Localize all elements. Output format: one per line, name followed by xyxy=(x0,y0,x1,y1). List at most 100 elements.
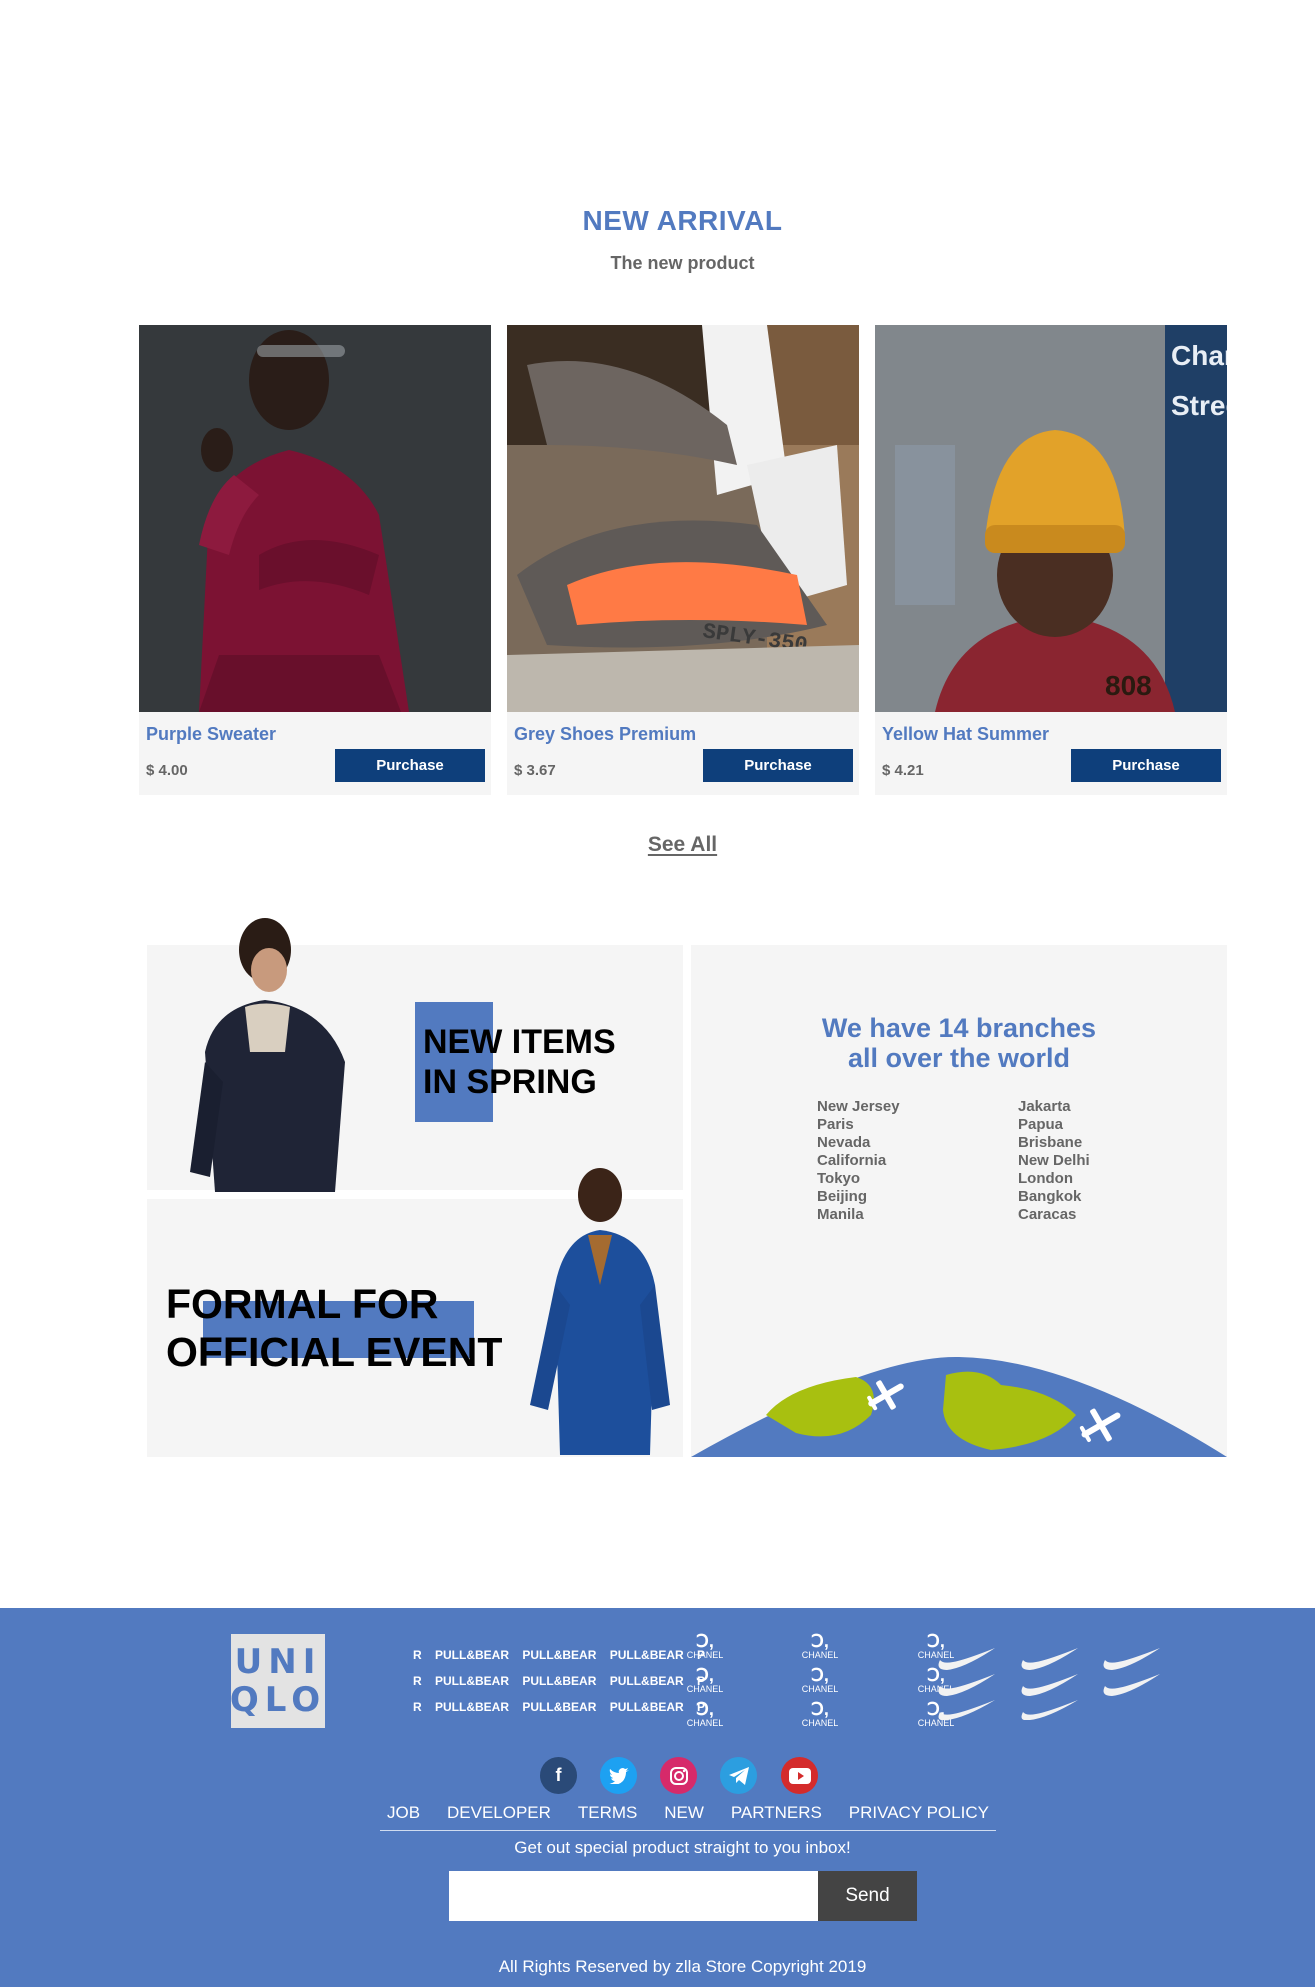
branch-item: Nevada xyxy=(817,1134,871,1151)
spring-headline-line1: NEW ITEMS xyxy=(423,1023,616,1061)
denim-jacket-model-image xyxy=(190,918,345,1192)
chanel-logo-text: CHANEL xyxy=(801,1650,839,1660)
branches-title-line2: all over the world xyxy=(847,1043,1071,1073)
new-arrival-subtitle: The new product xyxy=(610,253,755,273)
svg-text:Cham: Cham xyxy=(1171,340,1227,371)
pullbear-logo-cut: R xyxy=(413,1648,422,1662)
branch-item: Bangkok xyxy=(1018,1188,1082,1205)
nike-swoosh-icon xyxy=(1021,1674,1078,1696)
new-arrival-title: NEW ARRIVAL xyxy=(582,205,783,236)
nike-swoosh-icon xyxy=(1103,1674,1160,1696)
chanel-logo-icon[interactable]: Ↄ, CHANEL xyxy=(800,1666,840,1694)
see-all-link[interactable]: See All xyxy=(0,833,1315,857)
telegram-icon[interactable] xyxy=(720,1757,757,1794)
formal-headline-line2: OFFICIAL EVENT xyxy=(166,1329,503,1375)
footer-link-new[interactable]: NEW xyxy=(664,1801,704,1830)
footer-link-privacy-policy[interactable]: PRIVACY POLICY xyxy=(849,1801,989,1830)
nike-swoosh-icon xyxy=(1103,1648,1160,1670)
product-image-grey-shoes[interactable]: SPLY-350 xyxy=(507,325,859,712)
footer-link-terms[interactable]: TERMS xyxy=(578,1801,638,1830)
pullbear-logo: PULL&BEAR xyxy=(609,1674,684,1688)
chanel-logo-icon[interactable]: Ↄ, CHANEL xyxy=(800,1700,840,1728)
copyright-text: All Rights Reserved by zlla Store Copyri… xyxy=(498,1957,867,1976)
branch-item: Jakarta xyxy=(1018,1098,1071,1115)
branch-item: Caracas xyxy=(1018,1206,1077,1223)
chanel-logo-text: CHANEL xyxy=(801,1684,839,1694)
branch-item: Paris xyxy=(817,1116,854,1133)
chanel-logo-icon[interactable]: Ↄ, CHANEL xyxy=(685,1666,725,1694)
chanel-logo-text: CHANEL xyxy=(686,1718,724,1728)
formal-headline: FORMAL FOR OFFICIAL EVENT xyxy=(166,1280,502,1376)
product-name[interactable]: Grey Shoes Premium xyxy=(514,724,696,745)
svg-text:Street: Street xyxy=(1171,390,1227,421)
chanel-logo-icon[interactable]: Ↄ, CHANEL xyxy=(800,1632,840,1660)
product-price: $ 4.21 xyxy=(882,762,924,779)
branches-title: We have 14 branches all over the world xyxy=(691,1013,1227,1073)
branch-item: Papua xyxy=(1018,1116,1064,1133)
footer-link-partners[interactable]: PARTNERS xyxy=(731,1801,822,1830)
branches-column-left: New Jersey Paris Nevada California Tokyo… xyxy=(817,1098,900,1224)
branch-item: Tokyo xyxy=(817,1170,861,1187)
youtube-icon[interactable] xyxy=(781,1757,818,1794)
product-card: SPLY-350 Grey Shoes Premium $ 3.67 Purch… xyxy=(507,325,859,795)
pullbear-logo-row[interactable]: R PULL&BEAR PULL&BEAR PULL&BEAR P xyxy=(413,1648,705,1662)
branch-item: New Jersey xyxy=(817,1098,900,1115)
pullbear-logo: PULL&BEAR xyxy=(522,1700,597,1714)
chanel-logo-icon[interactable]: Ↄ, CHANEL xyxy=(685,1700,725,1728)
product-price: $ 4.00 xyxy=(146,762,188,779)
nike-swoosh-icon xyxy=(938,1648,995,1670)
purchase-button[interactable]: Purchase xyxy=(335,749,485,782)
branch-item: London xyxy=(1018,1170,1073,1187)
branch-item: Beijing xyxy=(817,1188,868,1205)
footer-link-job[interactable]: JOB xyxy=(387,1801,420,1830)
product-card: Purple Sweater $ 4.00 Purchase xyxy=(139,325,491,795)
newsletter-email-input[interactable] xyxy=(449,1871,818,1921)
facebook-icon[interactable]: f xyxy=(540,1757,577,1794)
pullbear-logo: PULL&BEAR xyxy=(522,1648,597,1662)
branches-title-line1: We have 14 branches xyxy=(821,1013,1097,1043)
pullbear-logo: PULL&BEAR xyxy=(435,1648,510,1662)
spring-headline-line2: IN SPRING xyxy=(423,1063,597,1101)
chanel-logo-icon[interactable]: Ↄ, CHANEL xyxy=(685,1632,725,1660)
chanel-logo-text: CHANEL xyxy=(686,1684,724,1694)
branch-item: New Delhi xyxy=(1018,1152,1090,1169)
purchase-button[interactable]: Purchase xyxy=(703,749,853,782)
instagram-icon[interactable] xyxy=(660,1757,697,1794)
pullbear-logo-cut: R xyxy=(413,1700,422,1714)
product-image-purple-sweater[interactable] xyxy=(139,325,491,712)
branches-column-right: Jakarta Papua Brisbane New Delhi London … xyxy=(1018,1098,1090,1224)
branch-item: Manila xyxy=(817,1206,864,1223)
product-name[interactable]: Purple Sweater xyxy=(146,724,276,745)
chanel-logo-text: CHANEL xyxy=(686,1650,724,1660)
product-price: $ 3.67 xyxy=(514,762,556,779)
uniqlo-logo-line1: UNI xyxy=(234,1642,322,1682)
nike-swoosh-icon xyxy=(1021,1648,1078,1670)
pullbear-logo: PULL&BEAR xyxy=(435,1700,510,1714)
pullbear-logo-row[interactable]: R PULL&BEAR PULL&BEAR PULL&BEAR P xyxy=(413,1700,705,1714)
branch-item: Brisbane xyxy=(1018,1134,1083,1151)
svg-text:808: 808 xyxy=(1105,670,1152,701)
product-name[interactable]: Yellow Hat Summer xyxy=(882,724,1049,745)
purchase-button[interactable]: Purchase xyxy=(1071,749,1221,782)
pullbear-logo-cut: R xyxy=(413,1674,422,1688)
spring-headline: NEW ITEMS IN SPRING xyxy=(423,1022,616,1102)
twitter-icon[interactable] xyxy=(600,1757,637,1794)
newsletter-tagline: Get out special product straight to you … xyxy=(514,1838,851,1857)
chanel-logo-text: CHANEL xyxy=(801,1718,839,1728)
pullbear-logo: PULL&BEAR xyxy=(522,1674,597,1688)
pullbear-logo-row[interactable]: R PULL&BEAR PULL&BEAR PULL&BEAR P xyxy=(413,1674,705,1688)
pullbear-logo: PULL&BEAR xyxy=(609,1648,684,1662)
nike-logo-grid[interactable] xyxy=(935,1640,1165,1720)
send-button[interactable]: Send xyxy=(818,1871,917,1921)
nike-swoosh-icon xyxy=(1021,1700,1078,1720)
formal-headline-line1: FORMAL FOR xyxy=(166,1281,439,1327)
product-image-yellow-hat[interactable]: Cham Street 808 xyxy=(875,325,1227,712)
uniqlo-logo[interactable]: UNI QLO xyxy=(229,1634,327,1728)
nike-swoosh-icon xyxy=(938,1674,995,1696)
nike-swoosh-icon xyxy=(938,1700,995,1720)
branch-item: California xyxy=(817,1152,887,1169)
footer-links: JOB DEVELOPER TERMS NEW PARTNERS PRIVACY… xyxy=(380,1801,996,1831)
footer-link-developer[interactable]: DEVELOPER xyxy=(447,1801,551,1830)
pullbear-logo: PULL&BEAR xyxy=(435,1674,510,1688)
uniqlo-logo-line2: QLO xyxy=(229,1680,327,1720)
